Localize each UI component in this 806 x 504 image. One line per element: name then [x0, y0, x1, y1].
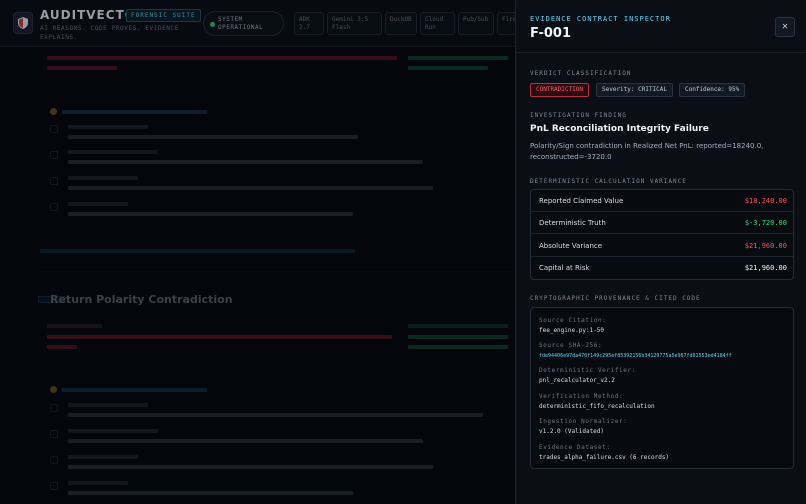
- provenance-key: Verification Method:: [539, 393, 624, 400]
- finding-title: PnL Reconciliation Integrity Failure: [530, 124, 709, 134]
- provenance-value: deterministic_fifo_recalculation: [539, 403, 655, 410]
- provenance-key: Source SHA-256:: [539, 342, 603, 349]
- provenance-key: Evidence Dataset:: [539, 444, 611, 451]
- calc-row-value: $21,960.00: [744, 264, 787, 272]
- verdict-badge: CONTRADICTION: [530, 83, 589, 97]
- evidence-inspector-drawer: EVIDENCE CONTRACT INSPECTOR F-001 ✕ VERD…: [515, 0, 806, 504]
- calc-row-value: $-3,720.00: [744, 219, 787, 227]
- calc-row: Deterministic Truth $-3,720.00: [531, 212, 793, 234]
- drawer-title: F-001: [530, 26, 572, 41]
- close-button[interactable]: ✕: [775, 17, 795, 37]
- provenance-value: trades_alpha_failure.csv (6 records): [539, 454, 670, 461]
- provenance-key: Deterministic Verifier:: [539, 367, 636, 374]
- divider: [516, 52, 806, 53]
- provenance-label: CRYPTOGRAPHIC PROVENANCE & CITED CODE: [530, 295, 701, 302]
- calc-row: Reported Claimed Value $18,240.00: [531, 190, 793, 212]
- calc-row-value: $18,240.00: [744, 197, 787, 205]
- provenance-value: v1.2.0 (Validated): [539, 428, 605, 435]
- provenance-value: pnl_recalculator_v2.2: [539, 377, 615, 384]
- provenance-key: Source Citation:: [539, 317, 607, 324]
- finding-label: INVESTIGATION FINDING: [530, 112, 627, 119]
- calculation-table: Reported Claimed Value $18,240.00 Determ…: [530, 189, 794, 280]
- provenance-key: Ingestion Normalizer:: [539, 418, 628, 425]
- provenance-value: fee_engine.py:1-50: [539, 327, 605, 334]
- confidence-badge: Confidence: 95%: [679, 83, 746, 97]
- calc-row: Absolute Variance $21,960.00: [531, 235, 793, 257]
- calc-row-label: Deterministic Truth: [539, 219, 606, 227]
- calc-label: DETERMINISTIC CALCULATION VARIANCE: [530, 178, 687, 185]
- close-icon: ✕: [781, 21, 789, 32]
- calc-row-label: Capital at Risk: [539, 264, 590, 272]
- calc-row-label: Absolute Variance: [539, 242, 603, 250]
- drawer-eyebrow: EVIDENCE CONTRACT INSPECTOR: [530, 15, 671, 23]
- provenance-hash: fde94406e97da470f149c295ef85392156b34129…: [539, 353, 732, 359]
- provenance-panel: Source Citation: fee_engine.py:1-50 Sour…: [530, 307, 794, 469]
- finding-description: Polarity/Sign contradiction in Realized …: [530, 142, 764, 161]
- calc-row-label: Reported Claimed Value: [539, 197, 624, 205]
- severity-badge: Severity: CRITICAL: [596, 83, 674, 97]
- calc-row: Capital at Risk $21,960.00: [531, 257, 793, 279]
- calc-row-value: $21,960.00: [744, 242, 787, 250]
- verdict-label: VERDICT CLASSIFICATION: [530, 70, 632, 77]
